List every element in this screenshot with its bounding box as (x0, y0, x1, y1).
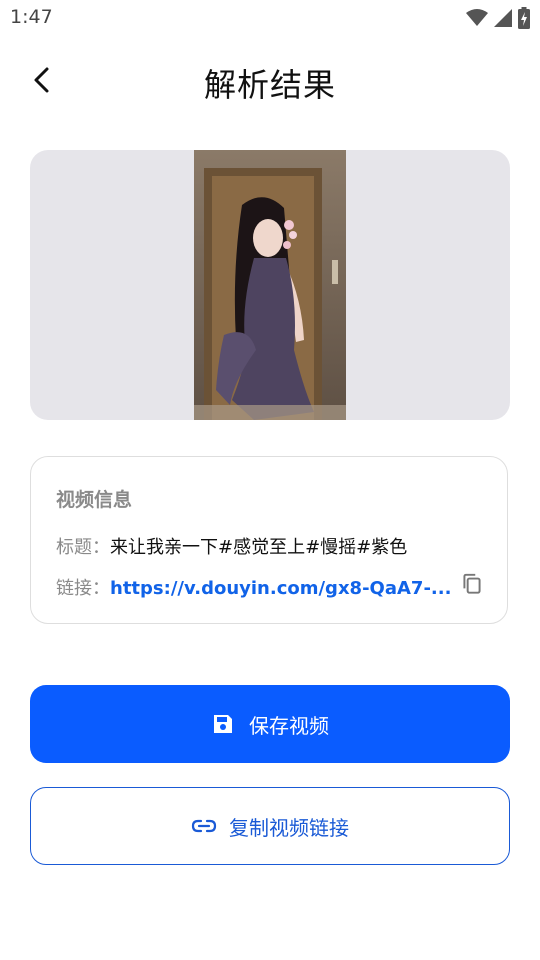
status-bar: 1:47 (0, 0, 540, 36)
title-label: 标题： (56, 537, 110, 558)
page-title: 解析结果 (203, 66, 336, 104)
wifi-icon (466, 9, 488, 26)
title-value: 来让我亲一下#感觉至上#慢摇#紫色 (110, 537, 408, 558)
copy-icon[interactable] (459, 571, 485, 597)
app-bar: 解析结果 (0, 48, 540, 112)
title-row: 标题：来让我亲一下#感觉至上#慢摇#紫色 (56, 533, 407, 559)
video-thumbnail-image (194, 150, 346, 420)
floppy-disk-icon (214, 715, 232, 733)
video-info-card: 视频信息 标题：来让我亲一下#感觉至上#慢摇#紫色 链接：https://v.d… (30, 456, 508, 624)
screen: 1:47 解析结果 视频信息 标题：来让我亲一下#感觉至上#慢摇#紫色 链接：h… (0, 0, 540, 960)
save-video-button[interactable]: 保存视频 (30, 685, 510, 763)
copy-video-link-button[interactable]: 复制视频链接 (30, 787, 510, 865)
info-heading: 视频信息 (56, 489, 133, 511)
save-video-label: 保存视频 (249, 713, 329, 738)
status-time: 1:47 (10, 6, 53, 28)
copy-icon-glyph (463, 573, 481, 594)
signal-icon (494, 9, 512, 27)
status-icons (466, 6, 530, 30)
copy-video-link-label: 复制视频链接 (229, 815, 349, 840)
link-icon (191, 819, 217, 833)
link-label: 链接： (56, 578, 110, 599)
video-thumbnail[interactable] (194, 150, 346, 420)
link-value[interactable]: https://v.douyin.com/gx8-QaA7-... (110, 578, 451, 599)
video-preview-card (30, 150, 510, 420)
battery-charging-icon (518, 7, 530, 29)
link-row: 链接：https://v.douyin.com/gx8-QaA7-... (56, 574, 451, 600)
